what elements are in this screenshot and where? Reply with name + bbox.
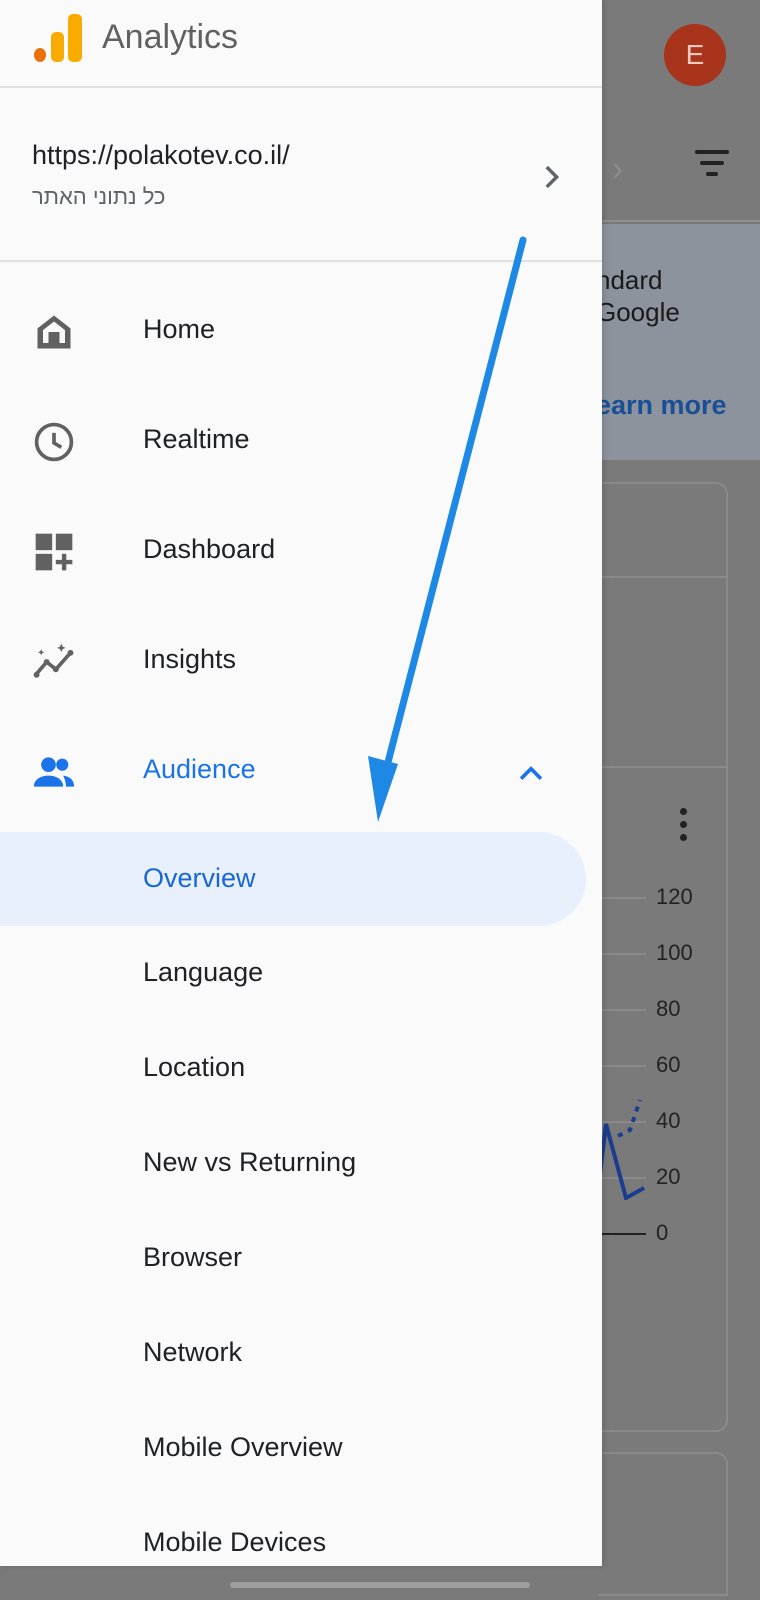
account-url: https://polakotev.co.il/ (32, 140, 290, 170)
nav-label: Browser (143, 1242, 243, 1272)
divider (0, 260, 602, 262)
chevron-right-icon (545, 165, 560, 189)
people-icon (33, 757, 75, 787)
app-title: Analytics (102, 18, 239, 56)
account-view: כל נתוני האתר (32, 184, 166, 209)
axis-tick-label: 100 (656, 940, 693, 965)
nav-label: Network (143, 1337, 243, 1367)
line-chart-fragment (600, 1099, 645, 1200)
banner-text: ndard Google (596, 265, 680, 327)
divider (600, 220, 760, 222)
nav-label: Home (143, 314, 216, 344)
nav-item-audience[interactable]: Audience (0, 722, 602, 822)
sub-item-language[interactable]: Language (0, 926, 586, 1020)
sub-item-location[interactable]: Location (0, 1021, 586, 1115)
sub-item-network[interactable]: Network (0, 1306, 586, 1400)
navigation-drawer: Analytics https://polakotev.co.il/ כל נת… (0, 0, 602, 1566)
home-indicator[interactable] (230, 1582, 530, 1588)
axis-tick-label: 60 (656, 1052, 681, 1077)
analytics-logo-icon (34, 10, 82, 62)
nav-label: Mobile Overview (143, 1432, 343, 1462)
nav-label: Language (143, 957, 264, 987)
nav-label: Mobile Devices (143, 1527, 327, 1557)
sub-item-new-vs-returning[interactable]: New vs Returning (0, 1116, 586, 1210)
account-selector[interactable]: https://polakotev.co.il/ כל נתוני האתר (0, 88, 602, 260)
nav-label: Dashboard (143, 534, 276, 564)
card-divider (600, 766, 726, 768)
clock-icon (34, 422, 74, 462)
filter-icon (692, 150, 732, 183)
nav-label: New vs Returning (143, 1147, 357, 1177)
sub-item-browser[interactable]: Browser (0, 1211, 586, 1305)
insights-icon (33, 643, 74, 678)
card-divider (600, 576, 726, 578)
gridline (600, 1233, 646, 1235)
dashboard-icon (35, 533, 73, 571)
chevron-up-icon[interactable] (514, 756, 548, 790)
nav-label: Realtime (143, 424, 250, 454)
axis-tick-label: 80 (656, 996, 681, 1021)
nav-label: Location (143, 1052, 246, 1082)
nav-item-dashboard[interactable]: Dashboard (0, 502, 602, 602)
gridline (600, 953, 646, 955)
sub-item-mobile-devices[interactable]: Mobile Devices (0, 1496, 586, 1590)
gridline (600, 1009, 646, 1011)
nav-label: Overview (143, 863, 256, 893)
nav-label: Audience (143, 754, 256, 784)
sub-item-overview[interactable]: Overview (0, 832, 586, 926)
nav-item-home[interactable]: Home (0, 282, 602, 382)
gridline (600, 897, 646, 899)
nav-label: Insights (143, 644, 237, 674)
gridline (600, 1065, 646, 1067)
nav-item-insights[interactable]: Insights (0, 612, 602, 712)
more-options-icon (680, 808, 687, 847)
axis-tick-label: 0 (656, 1220, 669, 1245)
learn-more-link: earn more (596, 390, 727, 420)
sub-item-mobile-overview[interactable]: Mobile Overview (0, 1401, 586, 1495)
home-icon (37, 315, 71, 349)
chevron-right-icon: › (612, 150, 624, 188)
avatar: E (664, 24, 726, 86)
axis-tick-label: 120 (656, 884, 693, 909)
chart-card (598, 1452, 728, 1596)
nav-item-realtime[interactable]: Realtime (0, 392, 602, 492)
info-banner (600, 224, 760, 460)
